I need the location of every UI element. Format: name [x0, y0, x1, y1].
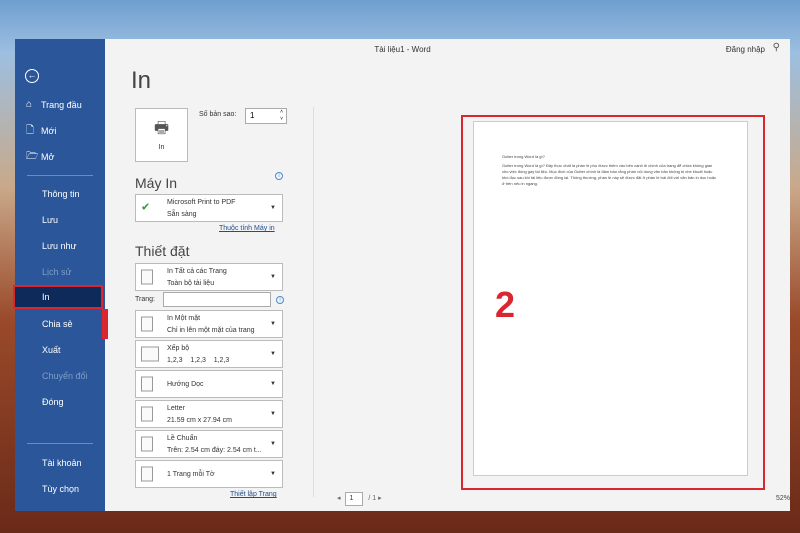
printer-dropdown[interactable]: ✔ Microsoft Print to PDF Sẵn sàng ▼	[135, 194, 283, 222]
copies-value: 1	[250, 111, 255, 120]
pages-input[interactable]	[163, 292, 271, 307]
print-button[interactable]: 🖶 In	[135, 108, 188, 162]
sidebar-item-open[interactable]: 🗁 Mở	[15, 147, 105, 167]
label: Mở	[41, 152, 55, 162]
printer-ready-icon: ✔	[141, 201, 151, 214]
page-navigator: ◂ 1 / 1 ▸	[337, 492, 382, 506]
sidebar-item-options[interactable]: Tùy chọn	[15, 479, 105, 499]
sidebar-item-export[interactable]: Xuất	[15, 340, 105, 360]
l2: 21.59 cm x 27.94 cm	[167, 417, 232, 424]
orientation-dropdown[interactable]: Hướng Dọc ▼	[135, 370, 283, 398]
spin-icon[interactable]: ˄ ˅	[280, 109, 283, 123]
l1: 1 Trang mỗi Tờ	[167, 471, 215, 478]
sidebar-item-home[interactable]: ⌂ Trang đầu	[15, 95, 105, 115]
copies-input[interactable]: 1 ˄ ˅	[245, 108, 287, 124]
divider	[313, 107, 314, 497]
l2: Trên: 2.54 cm đáy: 2.54 cm t...	[167, 447, 262, 454]
chevron-down-icon: ▼	[270, 205, 276, 211]
folder-icon: 🗁	[26, 151, 39, 162]
printer-icon: 🖶	[153, 120, 170, 137]
paper-icon	[141, 406, 153, 422]
sidebar-item-print[interactable]: In	[13, 285, 103, 309]
label: Trang đầu	[41, 100, 82, 110]
info-icon[interactable]: i	[276, 296, 284, 304]
settings-heading: Thiết đặt	[135, 243, 190, 259]
l1: In Một mặt	[167, 315, 201, 322]
prev-page-icon[interactable]: ◂	[337, 495, 341, 502]
sidebar-item-close[interactable]: Đóng	[15, 392, 105, 412]
l2: Chỉ in lên một mặt của trang	[167, 327, 255, 334]
sidebar-item-convert: Chuyển đổi	[42, 371, 88, 381]
sidebar-item-save-as[interactable]: Lưu như	[15, 236, 105, 256]
print-range-dropdown[interactable]: In Tất cả các Trang Toàn bộ tài liệu ▼	[135, 263, 283, 291]
l1: Lề Chuẩn	[167, 435, 198, 442]
l1: Letter	[167, 405, 185, 412]
backstage-sidebar: ← ⌂ Trang đầu 🗋 Mới 🗁 Mở Thông tin Lưu Lưu …	[13, 39, 105, 511]
l1: Hướng Dọc	[167, 381, 204, 388]
copies-label: Số bản sao:	[199, 111, 237, 118]
sides-dropdown[interactable]: In Một mặt Chỉ in lên một mặt của trang ▼	[135, 310, 283, 338]
printer-status: Sẵn sàng	[167, 211, 197, 218]
margins-icon	[141, 436, 153, 452]
sidebar-item-history: Lịch sử	[42, 267, 72, 277]
current-page-input[interactable]: 1	[345, 492, 364, 506]
printer-name: Microsoft Print to PDF	[167, 199, 236, 206]
annotation-marker	[102, 309, 108, 339]
one-sided-icon	[141, 316, 153, 332]
label: Mới	[41, 126, 57, 136]
chevron-down-icon: ▼	[270, 441, 276, 447]
l2: Toàn bộ tài liệu	[167, 280, 215, 287]
chevron-down-icon: ▼	[270, 274, 276, 280]
sidebar-item-share[interactable]: Chia sẻ	[15, 314, 105, 334]
new-doc-icon: 🗋	[26, 125, 35, 136]
page-title: In	[131, 67, 152, 94]
share-icon[interactable]: ⚲	[773, 42, 780, 53]
home-icon: ⌂	[26, 99, 33, 110]
pages-label: Trang:	[135, 296, 155, 303]
chevron-down-icon: ▼	[270, 411, 276, 417]
window-title: Tài liệu1 - Word	[374, 45, 431, 54]
chevron-down-icon: ▼	[270, 381, 276, 387]
collate-dropdown[interactable]: Xếp bộ 1,2,3 1,2,3 1,2,3 ▼	[135, 340, 283, 368]
zoom-level[interactable]: 52%	[776, 495, 790, 502]
l2: 1,2,3 1,2,3 1,2,3	[167, 357, 230, 364]
portrait-icon	[141, 376, 153, 392]
chevron-down-icon: ▼	[270, 471, 276, 477]
word-window: ← ⌂ Trang đầu 🗋 Mới 🗁 Mở Thông tin Lưu Lưu …	[13, 39, 790, 511]
sidebar-item-save[interactable]: Lưu	[15, 210, 105, 230]
sidebar-item-account[interactable]: Tài khoản	[15, 453, 105, 473]
chevron-down-icon: ▼	[270, 321, 276, 327]
l1: In Tất cả các Trang	[167, 268, 227, 275]
page-setup-link[interactable]: Thiết lập Trang	[230, 491, 277, 498]
total-pages: / 1	[368, 495, 377, 502]
chevron-down-icon: ▼	[270, 351, 276, 357]
l1: Xếp bộ	[167, 345, 190, 352]
printer-properties-link[interactable]: Thuộc tính Máy in	[219, 225, 275, 232]
pages-per-sheet-dropdown[interactable]: 1 Trang mỗi Tờ ▼	[135, 460, 283, 488]
annotation-number: 2	[495, 284, 516, 325]
sidebar-item-info[interactable]: Thông tin	[15, 184, 105, 204]
page-per-sheet-icon	[141, 466, 153, 482]
pages-icon	[141, 269, 153, 285]
collate-icon	[141, 346, 159, 362]
printer-heading: Máy In	[135, 175, 178, 191]
back-arrow-icon[interactable]: ←	[25, 69, 39, 83]
sidebar-item-new[interactable]: 🗋 Mới	[15, 121, 105, 141]
paper-size-dropdown[interactable]: Letter 21.59 cm x 27.94 cm ▼	[135, 400, 283, 428]
divider	[27, 175, 93, 176]
info-icon[interactable]: i	[275, 172, 283, 180]
next-page-icon[interactable]: ▸	[378, 495, 382, 502]
margins-dropdown[interactable]: Lề Chuẩn Trên: 2.54 cm đáy: 2.54 cm t... ▼	[135, 430, 283, 458]
print-button-label: In	[158, 144, 165, 151]
sign-in-link[interactable]: Đăng nhập	[726, 45, 765, 54]
divider	[27, 443, 93, 444]
